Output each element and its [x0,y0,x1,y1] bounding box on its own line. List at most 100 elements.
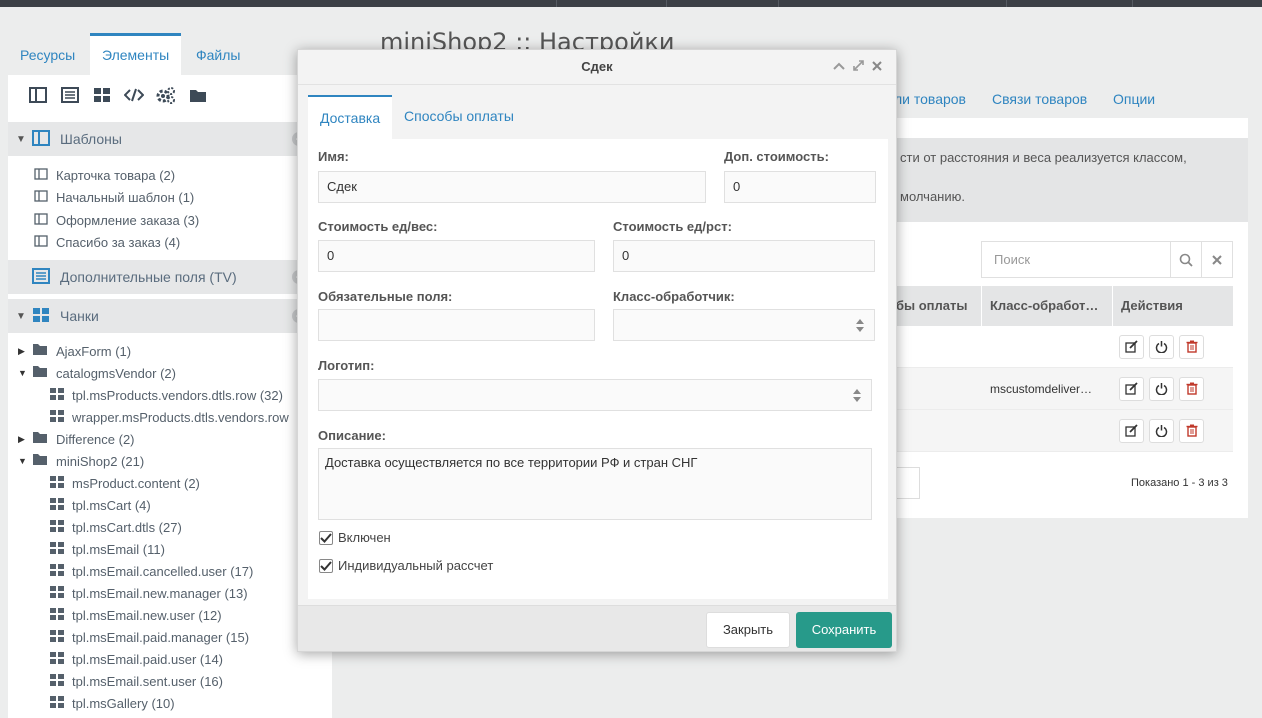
collapse-caret-icon[interactable]: ▼ [16,311,30,322]
weight-cost-field[interactable]: 0 [318,240,595,272]
collapse-icon[interactable] [833,62,845,70]
tree-chunk-item[interactable]: tpl.msEmail.new.manager (13) [50,582,248,604]
tab-resources[interactable]: Ресурсы [8,33,87,75]
tab-payment-methods[interactable]: Способы оплаты [392,95,526,139]
tree-chunk-item[interactable]: tpl.msEmail.paid.manager (15) [50,626,249,648]
checkmark-icon[interactable] [319,530,333,545]
tree-chunk-item[interactable]: tpl.msEmail (11) [50,538,165,560]
toggle-button[interactable] [1149,376,1174,401]
trash-icon [1186,382,1197,395]
close-icon [1212,254,1222,265]
distance-cost-field[interactable]: 0 [613,240,875,272]
tree-chunk-item[interactable]: tpl.msGallery (10) [50,692,175,714]
save-button[interactable]: Сохранить [796,612,892,648]
tab-files[interactable]: Файлы [184,33,252,75]
tree-category-catalogmsvendor[interactable]: ▼ catalogmsVendor (2) [18,362,176,384]
category-folder-icon[interactable] [188,85,208,105]
handler-class-label: Класс-обработчик: [613,289,735,304]
tree-item-label: tpl.msEmail (11) [72,541,165,557]
close-icon[interactable] [872,60,882,71]
required-fields-input[interactable] [318,309,595,341]
tree-chunk-item[interactable]: tpl.msProducts.vendors.dtls.row (32) [50,384,283,406]
tab-delivery[interactable]: Доставка [308,95,393,139]
extra-cost-field[interactable]: 0 [724,171,876,203]
tree-chunk-item[interactable]: tpl.msEmail.paid.user (14) [50,648,223,670]
description-label: Описание: [318,428,386,443]
collapse-caret-icon[interactable]: ▼ [16,134,30,145]
tab-options[interactable]: Опции [1113,91,1155,107]
delete-button[interactable] [1179,334,1204,359]
logo-select[interactable] [318,379,872,411]
name-field[interactable]: Сдек [318,171,706,203]
table-row[interactable] [896,326,1233,368]
tree-template-item[interactable]: Спасибо за заказ (4) [34,231,180,253]
edit-button[interactable] [1119,376,1144,401]
delete-button[interactable] [1179,418,1204,443]
collapse-arrow-icon[interactable]: ▼ [18,456,32,466]
section-title: Дополнительные поля (TV) [60,269,237,285]
edit-button[interactable] [1119,334,1144,359]
folder-icon [32,453,48,469]
table-cell [982,410,1113,451]
tree-chunk-item[interactable]: tpl.msGetOrder (7) [50,714,180,718]
expand-arrow-icon[interactable]: ▶ [18,346,32,357]
plugin-gears-icon[interactable] [156,85,176,105]
section-tvs[interactable]: Дополнительные поля (TV) + [8,260,332,294]
toggle-button[interactable] [1149,334,1174,359]
collapse-arrow-icon[interactable]: ▼ [18,368,32,378]
tree-item-label: miniShop2 (21) [56,453,145,469]
tv-icon[interactable] [60,85,80,105]
section-templates[interactable]: ▼ Шаблоны + [8,122,332,156]
individual-calc-checkbox[interactable]: Индивидуальный рассчет [319,558,493,573]
tab-product-links-partial[interactable]: ли товаров [894,91,966,107]
edit-icon [1125,424,1138,437]
delivery-grid: бы оплаты Класс-обработ… Действия mscust… [896,286,1233,452]
pager-button[interactable] [896,467,920,499]
chunk-icon [50,695,64,711]
tree-category-ajaxform[interactable]: ▶ AjaxForm (1) [18,340,131,362]
tree-chunk-item[interactable]: wrapper.msProducts.dtls.vendors.row [50,406,289,428]
search-input[interactable]: Поиск [982,242,1170,277]
tree-template-item[interactable]: Начальный шаблон (1) [34,186,194,208]
delete-button[interactable] [1179,376,1204,401]
code-icon[interactable] [124,85,144,105]
tree-template-item[interactable]: Карточка товара (2) [34,164,175,186]
description-textarea[interactable]: Доставка осуществляется по все территори… [318,448,872,520]
chunk-icon[interactable] [92,85,112,105]
tree-chunk-item[interactable]: tpl.msEmail.cancelled.user (17) [50,560,253,582]
toggle-button[interactable] [1149,418,1174,443]
tree-item-label: Спасибо за заказ (4) [56,234,181,250]
enabled-checkbox[interactable]: Включен [319,530,391,545]
tree-item-label: Оформление заказа (3) [56,212,200,228]
column-header[interactable]: Класс-обработ… [982,286,1113,326]
edit-button[interactable] [1119,418,1144,443]
tab-product-links[interactable]: Связи товаров [992,91,1087,107]
window-header[interactable]: Сдек [298,50,896,85]
tree-category-minishop2[interactable]: ▼ miniShop2 (21) [18,450,144,472]
section-chunks[interactable]: ▼ Чанки + [8,299,332,333]
maximize-icon[interactable] [852,59,865,72]
checkmark-icon[interactable] [319,558,333,573]
tree-chunk-item[interactable]: tpl.msCart.dtls (27) [50,516,182,538]
tree-template-item[interactable]: Оформление заказа (3) [34,209,199,231]
checkbox-label: Индивидуальный рассчет [338,558,494,573]
expand-arrow-icon[interactable]: ▶ [18,434,32,445]
tree-category-difference[interactable]: ▶ Difference (2) [18,428,135,450]
search-button[interactable] [1170,242,1201,277]
tree-chunk-item[interactable]: tpl.msEmail.new.user (12) [50,604,222,626]
template-icon [34,189,48,205]
tab-elements[interactable]: Элементы [90,33,182,75]
close-button[interactable]: Закрыть [706,612,790,648]
sidebar-tabs: Ресурсы Элементы Файлы [8,33,332,75]
tree-chunk-item[interactable]: tpl.msEmail.sent.user (16) [50,670,223,692]
table-row[interactable] [896,410,1233,452]
column-header[interactable]: бы оплаты [896,286,982,326]
tree-chunk-item[interactable]: tpl.msCart (4) [50,494,151,516]
tv-icon [32,267,50,287]
handler-class-select[interactable] [613,309,875,341]
tree-chunk-item[interactable]: msProduct.content (2) [50,472,200,494]
template-icon[interactable] [28,85,48,105]
table-cell [896,368,982,409]
clear-search-button[interactable] [1201,242,1232,277]
table-row[interactable]: mscustomdeliver… [896,368,1233,410]
